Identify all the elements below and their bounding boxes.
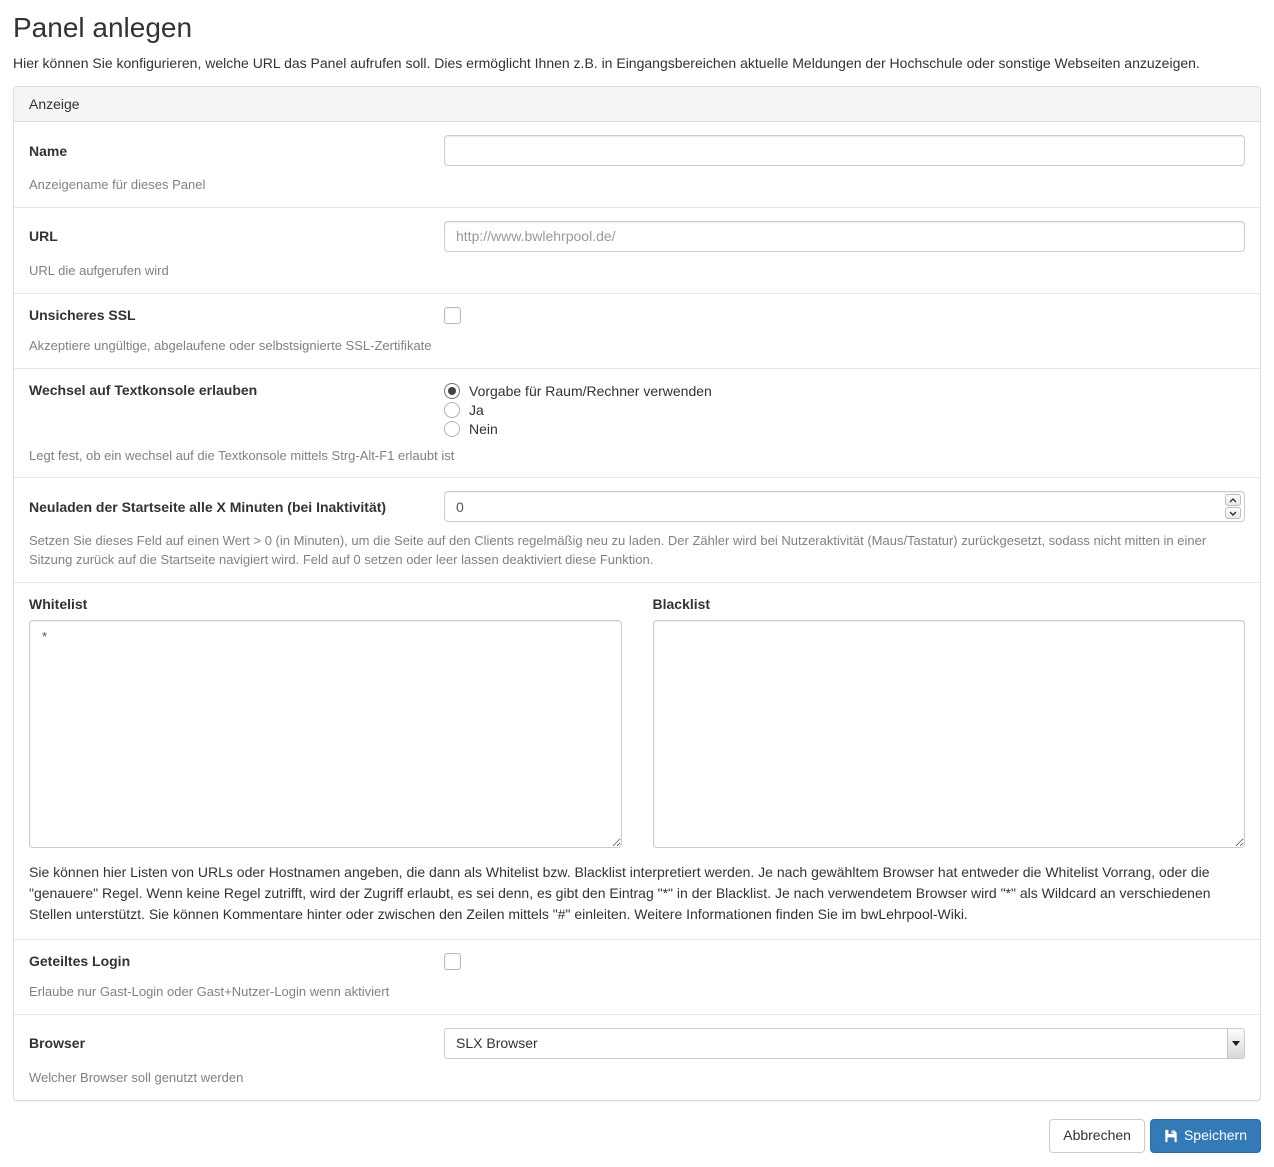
anzeige-panel: Anzeige Name Anzeigename für dieses Pane… — [13, 86, 1261, 1101]
whitelist-textarea[interactable]: * — [29, 620, 622, 849]
radio-option-label: Ja — [469, 401, 484, 418]
sharedlogin-checkbox[interactable] — [444, 953, 461, 971]
reload-label: Neuladen der Startseite alle X Minuten (… — [29, 498, 387, 515]
radio-option-nein[interactable]: Nein — [444, 420, 1245, 437]
radio-option-label: Nein — [469, 420, 498, 437]
number-spinner — [1225, 494, 1241, 520]
blacklist-textarea[interactable] — [652, 620, 1245, 849]
form-row-sharedlogin: Geteiltes Login Erlaube nur Gast-Login o… — [14, 940, 1260, 1015]
url-input[interactable] — [444, 220, 1245, 252]
spin-down-button[interactable] — [1225, 507, 1241, 520]
radio-option-default[interactable]: Vorgabe für Raum/Rechner verwenden — [444, 382, 1245, 399]
page-intro: Hier können Sie konfigurieren, welche UR… — [13, 55, 1200, 71]
ssl-checkbox[interactable] — [444, 306, 461, 324]
radio-unselected-icon[interactable] — [444, 401, 460, 418]
radio-option-label: Vorgabe für Raum/Rechner verwenden — [469, 382, 712, 399]
sharedlogin-help: Erlaube nur Gast-Login oder Gast+Nutzer-… — [29, 984, 390, 1000]
form-row-url: URL URL die aufgerufen wird — [14, 208, 1260, 294]
cancel-button[interactable]: Abbrechen — [1049, 1118, 1145, 1153]
form-row-name: Name Anzeigename für dieses Panel — [14, 122, 1260, 208]
panel-heading: Anzeige — [14, 87, 1260, 122]
lists-help: Sie können hier Listen von URLs oder Hos… — [29, 864, 1211, 923]
save-button-label: Speichern — [1183, 1126, 1247, 1143]
textconsole-help: Legt fest, ob ein wechsel auf die Textko… — [29, 447, 455, 463]
name-help: Anzeigename für dieses Panel — [29, 177, 206, 192]
ssl-checkbox-wrap — [444, 306, 1245, 327]
save-button[interactable]: Speichern — [1149, 1118, 1261, 1153]
reload-minutes-input[interactable] — [444, 491, 1245, 523]
browser-select[interactable]: SLX Browser — [444, 1027, 1245, 1059]
panel-body: Name Anzeigename für dieses Panel URL UR… — [14, 122, 1260, 1100]
sharedlogin-checkbox-wrap — [444, 953, 1245, 973]
reload-input-wrap — [444, 491, 1245, 523]
url-help: URL die aufgerufen wird — [29, 262, 169, 278]
name-input-wrap — [444, 135, 1245, 166]
browser-select-wrap: SLX Browser — [444, 1027, 1245, 1059]
reload-help: Setzen Sie dieses Feld auf einen Wert > … — [29, 533, 1207, 568]
ssl-label: Unsicheres SSL — [29, 306, 136, 323]
form-row-reload: Neuladen der Startseite alle X Minuten (… — [14, 478, 1260, 584]
ssl-help: Akzeptiere ungültige, abgelaufene oder s… — [29, 337, 432, 353]
action-bar: Abbrechen Speichern — [13, 1118, 1261, 1153]
blacklist-label: Blacklist — [652, 596, 711, 613]
floppy-disk-icon — [1165, 1129, 1177, 1142]
form-row-textconsole: Wechsel auf Textkonsole erlauben Vorgabe… — [14, 369, 1260, 479]
chevron-down-icon — [1229, 511, 1237, 516]
url-label: URL — [29, 228, 58, 245]
form-row-lists: Whitelist * Blacklist Sie können hier Li… — [14, 583, 1260, 941]
page-title: Panel anlegen — [13, 12, 193, 43]
url-input-wrap — [444, 220, 1245, 252]
textconsole-label: Wechsel auf Textkonsole erlauben — [29, 381, 258, 398]
spin-up-button[interactable] — [1225, 494, 1241, 507]
form-row-ssl: Unsicheres SSL Akzeptiere ungültige, abg… — [14, 294, 1260, 369]
blacklist-column: Blacklist — [652, 596, 1245, 851]
radio-unselected-icon[interactable] — [444, 420, 460, 437]
name-input[interactable] — [444, 135, 1245, 166]
form-row-browser: Browser SLX Browser Welcher Browser soll… — [14, 1015, 1260, 1100]
radio-option-ja[interactable]: Ja — [444, 401, 1245, 418]
browser-label: Browser — [29, 1035, 86, 1052]
sharedlogin-label: Geteiltes Login — [29, 953, 131, 970]
radio-selected-icon[interactable] — [444, 382, 460, 399]
lists-grid: Whitelist * Blacklist — [29, 596, 1245, 851]
chevron-up-icon — [1229, 497, 1237, 503]
textconsole-radio-group: Vorgabe für Raum/Rechner verwenden Ja Ne… — [444, 382, 1245, 437]
page: Panel anlegen Hier können Sie konfigurie… — [0, 12, 1274, 1153]
whitelist-label: Whitelist — [29, 596, 88, 613]
browser-help: Welcher Browser soll genutzt werden — [29, 1069, 244, 1085]
whitelist-column: Whitelist * — [29, 596, 622, 851]
name-label: Name — [29, 142, 68, 159]
